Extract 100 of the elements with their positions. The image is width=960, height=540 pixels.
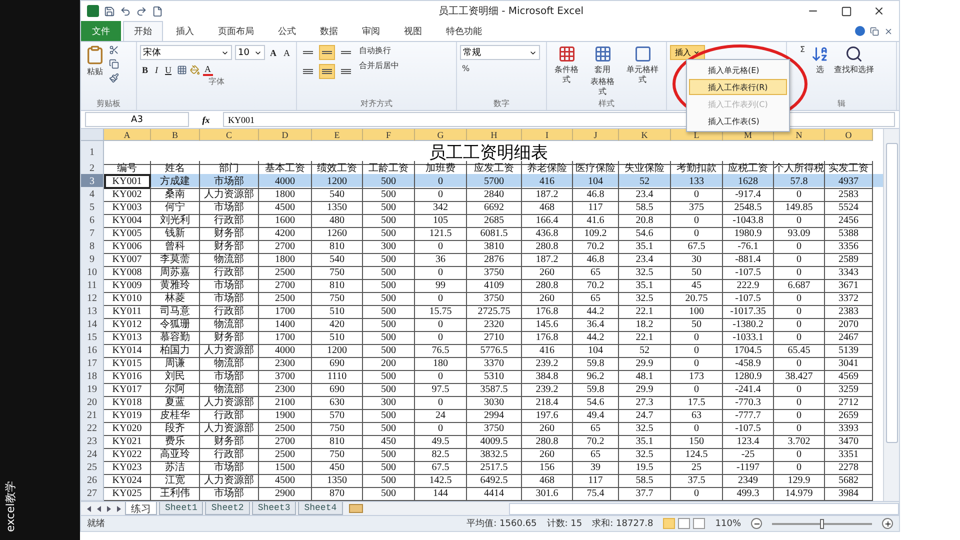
table-cell: 0 [415, 421, 467, 436]
column-header[interactable]: I [522, 129, 573, 141]
menu-item[interactable]: 插入单元格(E) [689, 62, 787, 78]
ribbon-tab[interactable]: 开始 [123, 21, 163, 41]
table-cell: 500 [363, 265, 415, 280]
shrink-font-button[interactable]: A [282, 48, 292, 58]
column-header[interactable]: K [619, 129, 671, 141]
redo-icon[interactable] [136, 6, 147, 16]
menu-item[interactable]: 插入工作表(S) [689, 113, 787, 129]
zoom-in-button[interactable] [882, 518, 893, 529]
vertical-scrollbar[interactable] [883, 129, 899, 501]
table-cell: 2994 [467, 408, 522, 423]
table-cell: 50 [671, 265, 723, 280]
column-header[interactable]: H [467, 129, 522, 141]
ribbon-tab[interactable]: 视图 [393, 21, 433, 41]
sheet-tab[interactable]: Sheet4 [298, 502, 343, 515]
column-header[interactable]: A [104, 129, 151, 141]
bold-button[interactable]: B [140, 65, 150, 75]
menu-item[interactable]: 插入工作表行(R) [689, 79, 787, 95]
table-cell: 刘光利 [151, 213, 200, 228]
view-button[interactable] [693, 518, 706, 529]
table-cell: 1704.5 [723, 343, 774, 358]
column-header[interactable]: C [200, 129, 259, 141]
table-cell: 0 [415, 265, 467, 280]
table-cell: 105 [415, 213, 467, 228]
font-color-button[interactable]: A [202, 64, 214, 76]
wrap-text-button[interactable]: 自动换行 [357, 45, 401, 56]
number-format-field[interactable]: 常规 [460, 45, 540, 60]
table-cell: 500 [363, 291, 415, 306]
italic-button[interactable]: I [153, 65, 160, 75]
ribbon-tab[interactable]: 数据 [309, 21, 349, 41]
table-cell: 280.8 [522, 278, 573, 293]
help-icon[interactable] [855, 26, 865, 36]
table-cell: 29.9 [619, 356, 671, 371]
file-tab[interactable]: 文件 [81, 21, 121, 41]
conditional-format-button[interactable]: 条件格式 [550, 45, 584, 98]
horizontal-align-button[interactable] [319, 64, 335, 79]
table-cell: 176.8 [522, 330, 573, 345]
column-header[interactable]: N [774, 129, 825, 141]
name-box[interactable]: A3 [85, 112, 189, 127]
table-format-button[interactable]: 套用 表格格式 [586, 45, 620, 98]
restore-icon[interactable] [870, 26, 879, 36]
new-file-icon[interactable] [152, 6, 163, 16]
column-header[interactable]: O [825, 129, 873, 141]
sheet-tab[interactable]: 练习 [125, 502, 157, 515]
table-cell: 2349 [723, 473, 774, 488]
group-label: 字体 [208, 76, 226, 88]
sort-filter-button[interactable]: 选 [810, 45, 830, 98]
table-cell: 500 [363, 278, 415, 293]
zoom-out-button[interactable] [751, 518, 762, 529]
close-icon[interactable] [884, 26, 893, 36]
sheet-tab[interactable]: Sheet3 [252, 502, 296, 515]
column-header[interactable]: F [363, 129, 415, 141]
table-cell: 0 [774, 291, 825, 306]
underline-button[interactable]: U [163, 65, 174, 75]
format-painter-icon[interactable] [109, 73, 119, 83]
horizontal-scrollbar[interactable] [508, 502, 899, 514]
sheet-tab[interactable]: Sheet1 [159, 502, 204, 515]
table-cell: 500 [363, 317, 415, 332]
sheet-tab[interactable]: Sheet2 [205, 502, 250, 515]
ribbon-tab[interactable]: 页面布局 [207, 21, 265, 41]
group-label: 样式 [598, 98, 616, 110]
paste-button[interactable]: 粘贴 [84, 45, 106, 98]
table-cell: 人力资源部 [200, 343, 259, 358]
table-cell: 35.1 [619, 278, 671, 293]
font-name-field[interactable]: 宋体 [140, 45, 232, 60]
ribbon-tab[interactable]: 公式 [267, 21, 307, 41]
undo-icon[interactable] [120, 6, 131, 16]
new-sheet-icon[interactable] [348, 504, 363, 513]
percent-button[interactable]: % [460, 64, 540, 73]
save-icon[interactable] [104, 6, 115, 16]
autosum-button[interactable]: Σ [798, 45, 808, 54]
view-button[interactable] [678, 518, 690, 529]
ribbon-tab[interactable]: 特色功能 [435, 21, 493, 41]
grow-font-button[interactable]: A [268, 48, 278, 58]
column-header[interactable]: G [415, 129, 467, 141]
cut-icon[interactable] [109, 45, 119, 55]
vertical-align-button[interactable] [319, 45, 335, 60]
table-cell: 钱新 [151, 226, 200, 241]
column-header[interactable]: E [312, 129, 363, 141]
column-header[interactable]: J [573, 129, 619, 141]
ribbon-tab[interactable]: 审阅 [351, 21, 391, 41]
zoom-thumb[interactable] [820, 518, 824, 528]
table-cell: 450 [363, 434, 415, 449]
table-cell: 财务部 [200, 434, 259, 449]
merge-center-button[interactable]: 合并后居中 [357, 60, 401, 71]
ribbon-tab[interactable]: 插入 [165, 21, 205, 41]
grid-icon [594, 45, 612, 63]
row-number[interactable]: 27 [81, 486, 104, 501]
table-cell: 82.5 [415, 447, 467, 462]
fill-color-icon[interactable] [190, 65, 200, 75]
font-size-field[interactable]: 10 [235, 45, 265, 60]
column-header[interactable]: B [151, 129, 200, 141]
table-cell: 3587.5 [467, 382, 522, 397]
borders-icon[interactable] [176, 65, 187, 75]
copy-icon[interactable] [109, 59, 119, 69]
cell-styles-button[interactable]: 单元格样式 [622, 45, 663, 98]
find-select-button[interactable]: 查找和选择 [833, 45, 876, 98]
table-cell: 49.5 [415, 434, 467, 449]
column-header[interactable]: D [259, 129, 312, 141]
